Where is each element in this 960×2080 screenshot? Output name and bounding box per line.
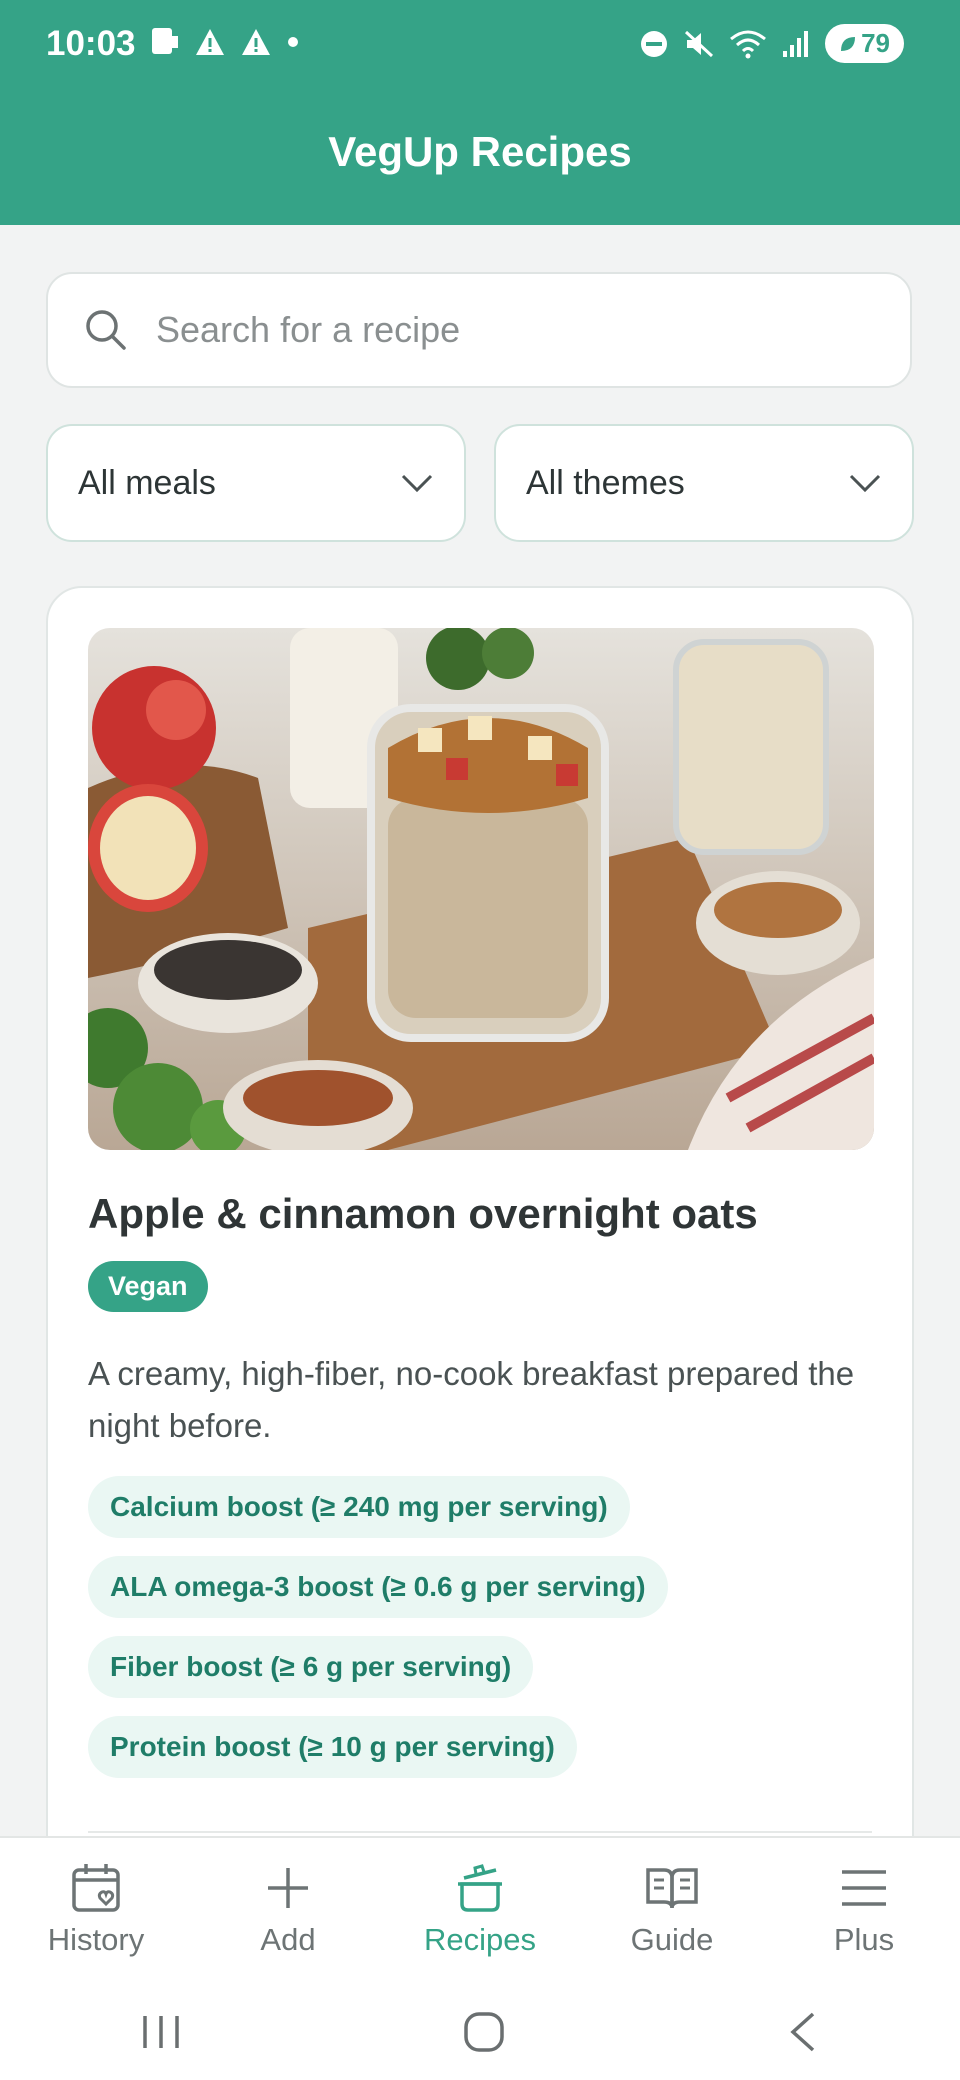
nav-history[interactable]: History: [0, 1838, 192, 1986]
meal-filter-value: All meals: [78, 463, 216, 502]
nav-plus[interactable]: Plus: [768, 1838, 960, 1986]
page-title: VegUp Recipes: [328, 128, 632, 175]
dot-icon: [288, 37, 298, 47]
recipe-card[interactable]: Apple & cinnamon overnight oats Vegan A …: [46, 586, 914, 1876]
recipe-photo: [88, 628, 874, 1150]
nav-label: Guide: [630, 1922, 714, 1957]
card-divider: [88, 1831, 872, 1833]
search-input[interactable]: [154, 308, 858, 352]
status-system-icons: 79: [639, 24, 904, 63]
nav-label: Add: [260, 1922, 316, 1957]
status-bar: 10:03 79: [0, 0, 960, 90]
open-book-icon: [646, 1868, 698, 1909]
nutrient-tag: Calcium boost (≥ 240 mg per serving): [88, 1476, 630, 1538]
wifi-icon: [730, 30, 767, 58]
mute-icon: [685, 30, 714, 57]
do-not-disturb-icon: [641, 30, 668, 57]
nav-label: History: [47, 1922, 145, 1957]
nav-add[interactable]: Add: [192, 1838, 384, 1986]
nutrient-tag: Fiber boost (≥ 6 g per serving): [88, 1636, 534, 1698]
leaf-icon: [841, 36, 856, 51]
app-header: 10:03 79 VegUp Recipes: [0, 0, 960, 225]
battery-level: 79: [861, 28, 890, 58]
warning-icon: [242, 29, 270, 55]
plus-icon: [268, 1868, 308, 1908]
nutrient-tag: ALA omega-3 boost (≥ 0.6 g per serving): [88, 1556, 668, 1618]
nav-label: Plus: [833, 1922, 895, 1957]
nav-recipes[interactable]: Recipes: [384, 1838, 576, 1986]
nutrient-tags: Calcium boost (≥ 240 mg per serving) ALA…: [88, 1476, 878, 1796]
recent-apps-icon[interactable]: [139, 2012, 183, 2052]
phone-notification-icon: [152, 28, 178, 54]
nav-label: Recipes: [424, 1922, 536, 1957]
theme-filter-select[interactable]: All themes: [494, 424, 914, 542]
search-icon: [86, 310, 126, 350]
status-notifications: [150, 26, 300, 58]
back-icon[interactable]: [785, 2010, 821, 2054]
bottom-navigation: History Add Recipes Guide Plus: [0, 1836, 960, 1986]
recipe-title: Apple & cinnamon overnight oats: [88, 1190, 758, 1237]
overnight-oats-jar-image: [88, 628, 874, 1150]
chevron-down-icon: [849, 474, 881, 493]
calendar-heart-icon: [72, 1864, 120, 1912]
home-icon[interactable]: [462, 2010, 506, 2054]
signal-icon: [783, 30, 809, 57]
search-bar[interactable]: [46, 272, 912, 388]
theme-filter-value: All themes: [526, 463, 685, 502]
recipe-description: A creamy, high-fiber, no-cook breakfast …: [88, 1355, 855, 1444]
meal-filter-select[interactable]: All meals: [46, 424, 466, 542]
nutrient-tag: Protein boost (≥ 10 g per serving): [88, 1716, 577, 1778]
status-time: 10:03: [46, 24, 136, 63]
warning-icon: [196, 29, 224, 55]
menu-icon: [842, 1870, 886, 1906]
vegan-badge: Vegan: [88, 1261, 208, 1312]
nav-guide[interactable]: Guide: [576, 1838, 768, 1986]
system-navigation-bar: [0, 1984, 960, 2080]
battery-indicator: 79: [825, 24, 904, 63]
chevron-down-icon: [401, 474, 433, 493]
cooking-pot-icon: [458, 1864, 502, 1912]
